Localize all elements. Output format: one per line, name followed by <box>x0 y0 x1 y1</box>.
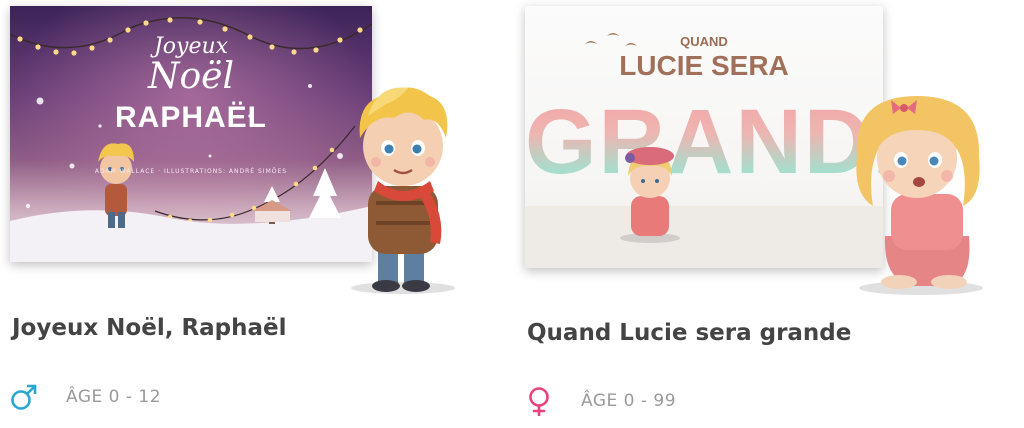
book-cover[interactable]: Joyeux Noël RAPHAËL ADAM WALLACE · ILLUS… <box>10 6 455 294</box>
book-cover-art: Joyeux Noël RAPHAËL ADAM WALLACE · ILLUS… <box>10 6 372 262</box>
age-range: ÂGE 0 - 99 <box>581 391 677 411</box>
book-cover-art: QUAND LUCIE SERA GRANDE <box>525 6 883 268</box>
cover-title-line3: RAPHAËL <box>114 101 267 134</box>
cover-title-line2: Noël <box>148 56 234 97</box>
cover-credits: ADAM WALLACE · ILLUSTRATIONS: ANDRÉ SIMÕ… <box>94 168 288 175</box>
product-title[interactable]: Joyeux Noël, Raphaël <box>12 315 287 341</box>
book-cover[interactable]: QUAND LUCIE SERA GRANDE <box>525 6 983 295</box>
girl-small <box>620 147 680 243</box>
product-grid: Joyeux Noël RAPHAËL ADAM WALLACE · ILLUS… <box>0 0 1024 428</box>
product-meta: ÂGE 0 - 99 <box>525 386 676 416</box>
girl-character-illustration <box>856 96 983 295</box>
boy-character-illustration <box>351 87 455 294</box>
product-meta: ÂGE 0 - 12 <box>10 382 161 412</box>
age-range: ÂGE 0 - 12 <box>66 387 162 407</box>
female-icon <box>529 387 549 416</box>
product-title[interactable]: Quand Lucie sera grande <box>527 320 851 346</box>
male-icon <box>11 384 37 410</box>
